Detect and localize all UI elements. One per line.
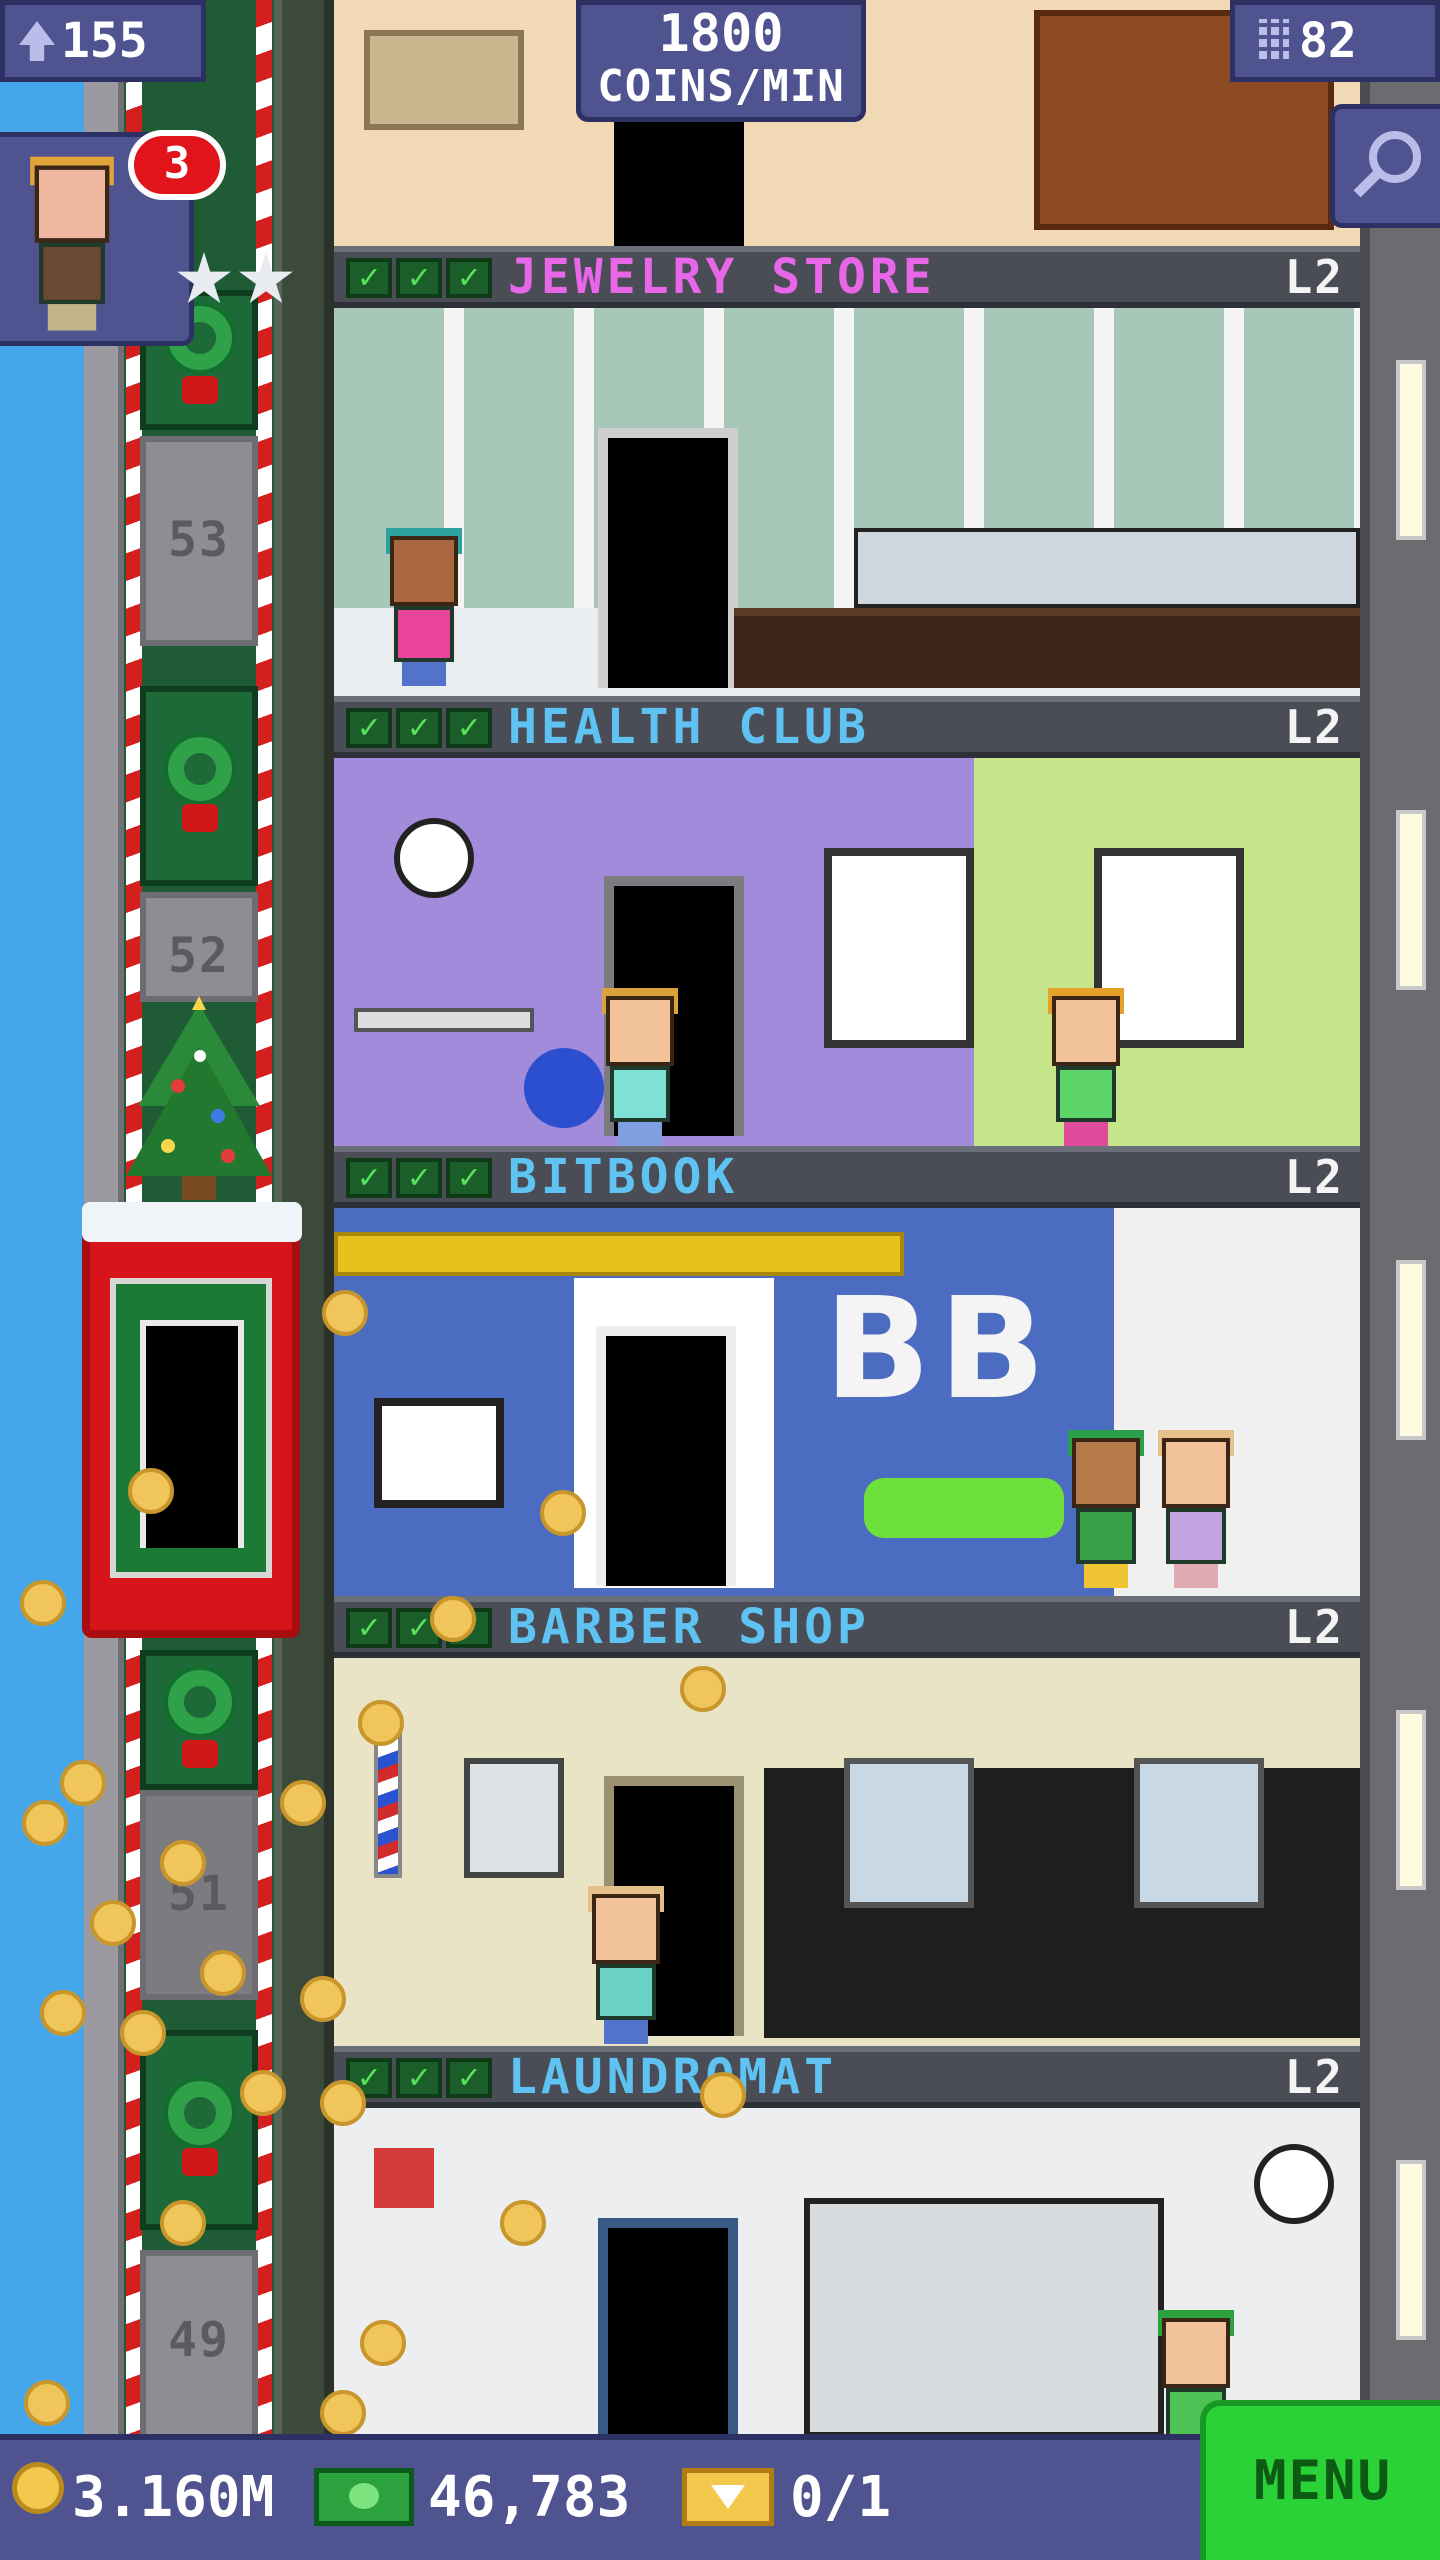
coin-icon[interactable] <box>20 1580 66 1626</box>
tower-exterior-wall <box>1360 0 1440 2560</box>
bitbook-logo: BB <box>824 1268 1054 1431</box>
floor-bar-jewelry-store[interactable]: ✓ ✓ ✓ JEWELRY STORE L2 <box>334 246 1360 308</box>
coin-icon[interactable] <box>680 1666 726 1712</box>
zoom-button[interactable] <box>1330 104 1440 228</box>
floor-count-value: 82 <box>1299 13 1357 69</box>
person-up-icon <box>19 21 55 61</box>
room-door <box>598 2218 738 2434</box>
stock-checks: ✓✓✓ <box>346 708 492 748</box>
floor-level: L2 <box>1284 1150 1344 1204</box>
floor-name: BITBOOK <box>508 1149 739 1205</box>
elevator-door <box>140 1320 244 1548</box>
floor-level: L2 <box>1284 700 1344 754</box>
menu-button[interactable]: MENU <box>1200 2400 1440 2560</box>
floor-bar-laundromat[interactable]: ✓ ✓ ✓ LAUNDROMAT L2 <box>334 2046 1360 2108</box>
coins-per-minute-label: COINS/MIN <box>597 61 845 112</box>
coin-icon[interactable] <box>24 2380 70 2426</box>
room-door <box>598 428 738 688</box>
floor-number: 53 <box>168 512 230 568</box>
wreath-decoration <box>140 1650 258 1790</box>
resident-sprite[interactable] <box>1044 988 1128 1146</box>
coin-icon[interactable] <box>430 1596 476 1642</box>
stock-checks: ✓✓✓ <box>346 2058 492 2098</box>
room-barber-shop[interactable] <box>334 1658 1360 2046</box>
coin-icon[interactable] <box>320 2080 366 2126</box>
room-jewelry-store[interactable] <box>334 308 1360 696</box>
clock-icon <box>1254 2144 1334 2224</box>
sky-background <box>0 0 84 2560</box>
coin-icon[interactable] <box>500 2200 546 2246</box>
wreath-decoration <box>140 686 258 886</box>
stock-checks: ✓✓✓ <box>346 258 492 298</box>
coin-icon[interactable] <box>540 1490 586 1536</box>
room-laundromat[interactable] <box>334 2108 1360 2434</box>
floor-bar-barber-shop[interactable]: ✓✓✓ BARBER SHOP L2 <box>334 1596 1360 1658</box>
floor-bar-bitbook[interactable]: ✓ ✓ ✓ BITBOOK L2 <box>334 1146 1360 1208</box>
floor-bar-health-club[interactable]: ✓ ✓ ✓ HEALTH CLUB L2 <box>334 696 1360 758</box>
population-value: 155 <box>61 13 148 69</box>
resident-sprite[interactable] <box>382 528 466 686</box>
population-counter[interactable]: 155 <box>0 0 206 82</box>
resident-sprite[interactable] <box>584 1886 668 2044</box>
coin-icon[interactable] <box>60 1760 106 1806</box>
elevator-car[interactable] <box>82 1202 302 1638</box>
coin-icon[interactable] <box>700 2072 746 2118</box>
floor-level: L2 <box>1284 1600 1344 1654</box>
coin-balance[interactable]: 3.160M <box>72 2458 274 2538</box>
coin-icon[interactable] <box>22 1800 68 1846</box>
room-door <box>596 1326 736 1586</box>
bux-balance[interactable]: 46,783 <box>428 2458 630 2538</box>
coin-icon[interactable] <box>300 1976 346 2022</box>
room-bitbook[interactable]: BB <box>334 1208 1360 1596</box>
coin-icon[interactable] <box>240 2070 286 2116</box>
shaft-floor-52: 52 <box>140 892 258 1002</box>
floor-level: L2 <box>1284 250 1344 304</box>
coin-icon[interactable] <box>200 1950 246 1996</box>
coin-icon[interactable] <box>160 2200 206 2246</box>
wreath-decoration <box>140 2030 258 2230</box>
stock-checks: ✓✓✓ <box>346 1158 492 1198</box>
visitor-avatar <box>26 156 118 331</box>
floor-name: LAUNDROMAT <box>508 2049 837 2105</box>
floor-name: JEWELRY STORE <box>508 249 936 305</box>
building-icon <box>1255 19 1289 63</box>
coins-per-minute-value: 1800 <box>658 4 784 64</box>
coin-icon[interactable] <box>360 2320 406 2366</box>
coin-icon[interactable] <box>40 1990 86 2036</box>
resident-sprite[interactable] <box>1154 1430 1238 1588</box>
coin-icon[interactable] <box>358 1700 404 1746</box>
floor-number: 52 <box>168 928 230 984</box>
coin-icon[interactable] <box>280 1780 326 1826</box>
floor-name: HEALTH CLUB <box>508 699 870 755</box>
visitor-count-badge: 3 <box>128 130 226 200</box>
floor-counter[interactable]: 82 <box>1230 0 1440 82</box>
shaft-floor-49: 49 <box>140 2250 258 2460</box>
floor-number: 49 <box>168 2312 230 2368</box>
coin-icon[interactable] <box>320 2390 366 2436</box>
resident-sprite[interactable] <box>598 988 682 1146</box>
resident-sprite[interactable] <box>1064 1430 1148 1588</box>
floor-level: L2 <box>1284 2050 1344 2104</box>
coin-icon <box>12 2462 64 2514</box>
coin-icon[interactable] <box>120 2010 166 2056</box>
floor-name: BARBER SHOP <box>508 1599 870 1655</box>
coins-per-minute-panel: 1800 COINS/MIN <box>576 0 866 122</box>
room-health-club[interactable] <box>334 758 1360 1146</box>
golden-ticket-icon <box>682 2468 774 2526</box>
coin-icon[interactable] <box>90 1900 136 1946</box>
tower-bux-icon <box>314 2468 414 2526</box>
clock-icon <box>394 818 474 898</box>
coin-icon[interactable] <box>128 1468 174 1514</box>
coin-icon[interactable] <box>322 1290 368 1336</box>
coin-icon[interactable] <box>160 1840 206 1886</box>
ticket-count[interactable]: 0/1 <box>790 2458 891 2538</box>
barber-pole-icon <box>374 1728 402 1878</box>
shaft-floor-53: 53 <box>140 436 258 646</box>
no-smoking-icon <box>374 2148 434 2208</box>
christmas-tree-icon <box>126 996 272 1200</box>
